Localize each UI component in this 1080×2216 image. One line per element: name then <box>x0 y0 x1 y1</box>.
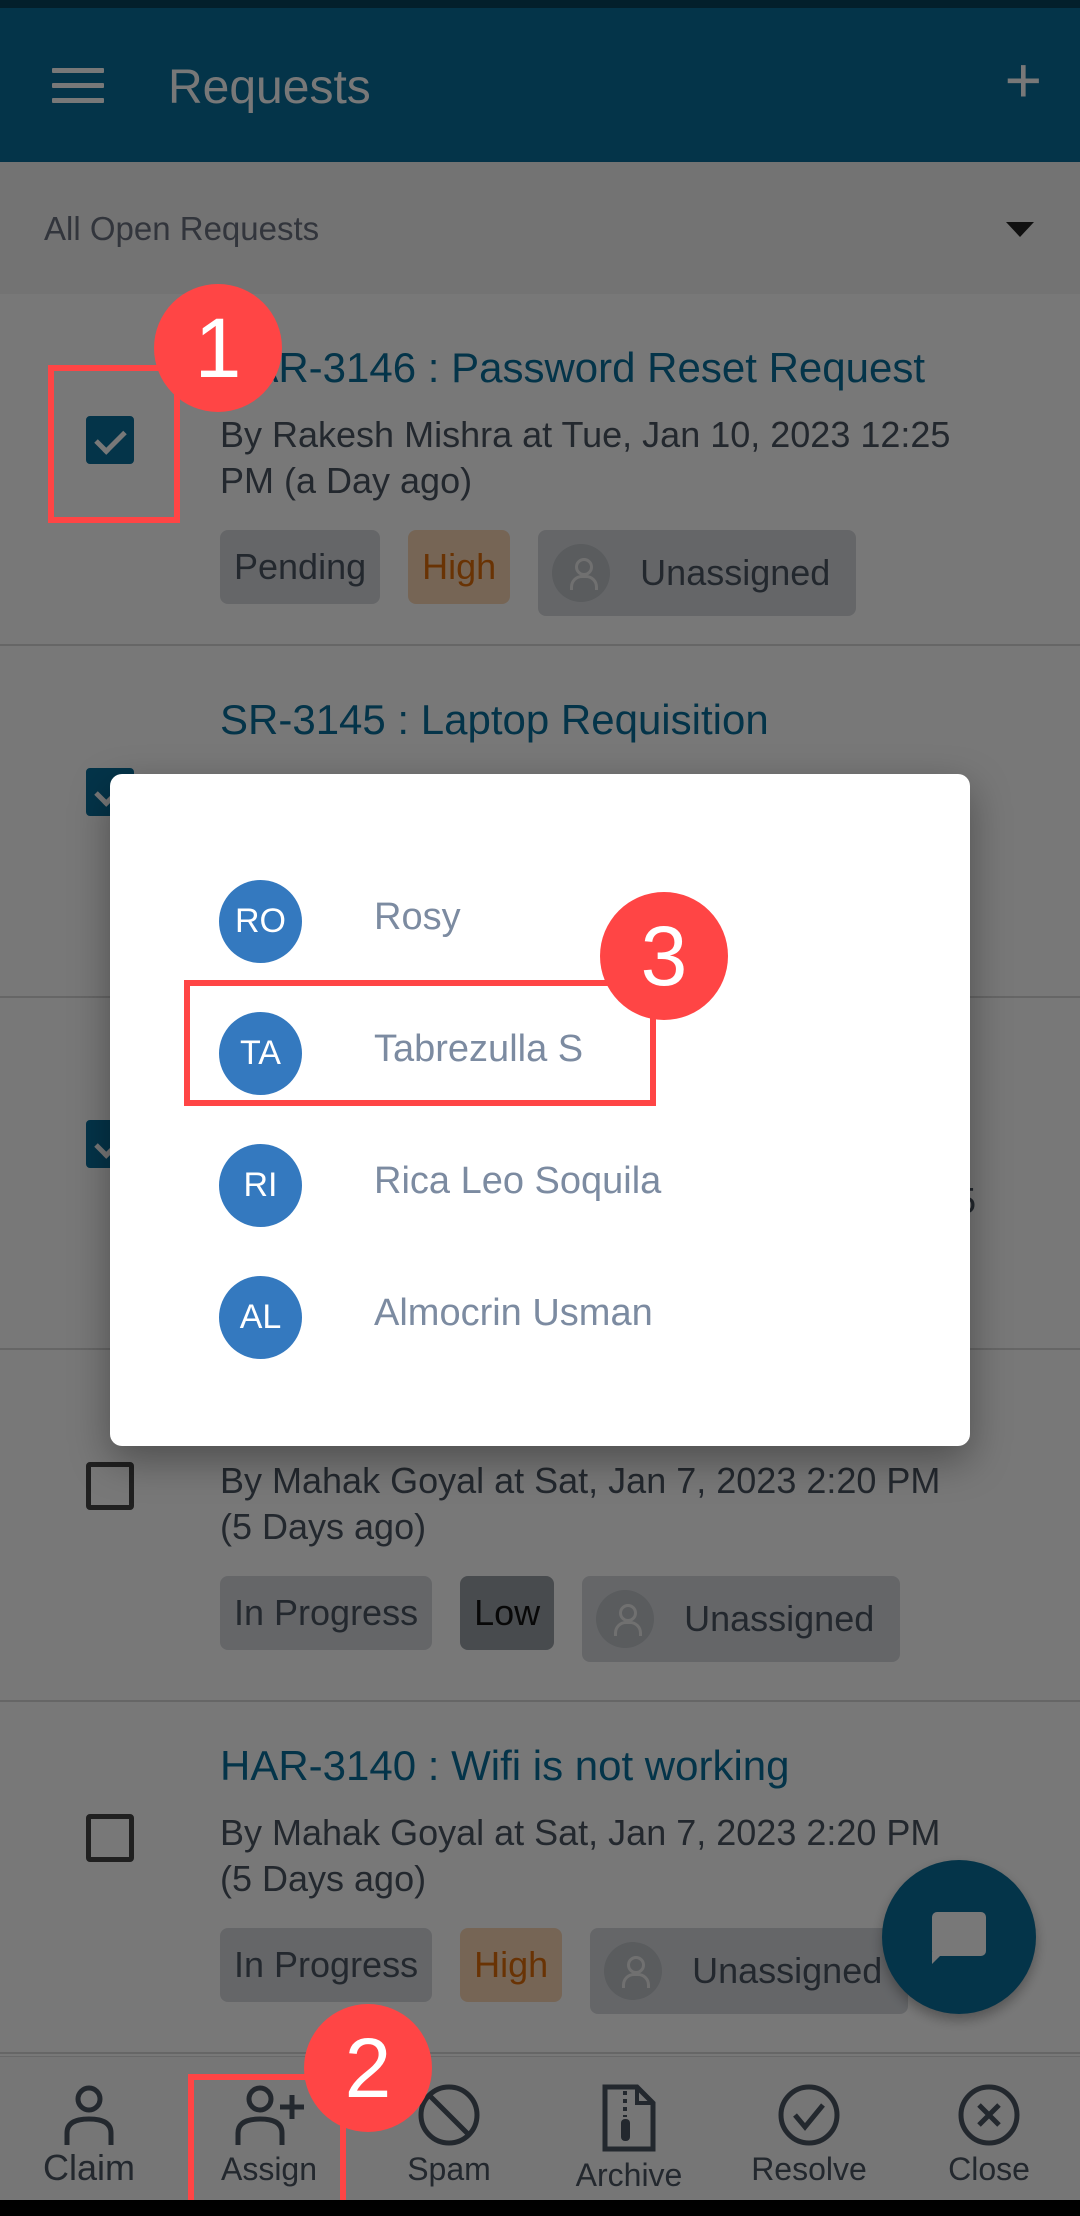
annotation-badge: 1 <box>154 284 282 412</box>
assignee-option[interactable]: RO Rosy <box>110 866 970 976</box>
avatar: AL <box>219 1276 302 1359</box>
assignee-name: Rosy <box>374 896 461 938</box>
assignee-name: Rica Leo Soquila <box>374 1160 662 1202</box>
system-nav-bar <box>0 2200 1080 2216</box>
assignee-name: Almocrin Usman <box>374 1292 653 1334</box>
annotation-badge: 2 <box>304 2004 432 2132</box>
annotation-box-checkbox <box>48 365 180 523</box>
avatar: RO <box>219 880 302 963</box>
annotation-badge: 3 <box>600 892 728 1020</box>
assignee-option[interactable]: RI Rica Leo Soquila <box>110 1130 970 1240</box>
assignee-option[interactable]: AL Almocrin Usman <box>110 1262 970 1372</box>
annotation-box-option <box>184 980 656 1106</box>
avatar: RI <box>219 1144 302 1227</box>
assign-dialog: RO Rosy TA Tabrezulla S RI Rica Leo Soqu… <box>110 774 970 1446</box>
